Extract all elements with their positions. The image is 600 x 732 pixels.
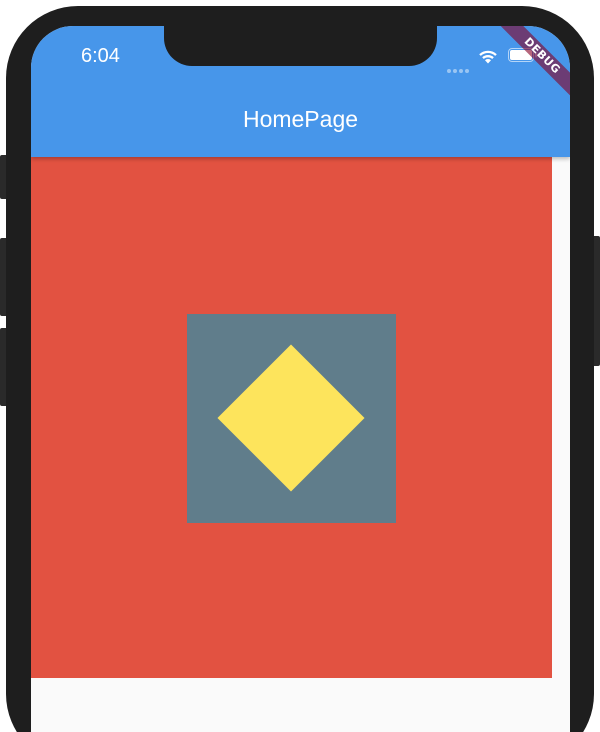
screen: 6:04 HomePage DEBUG [31, 26, 570, 732]
page: 6:04 HomePage DEBUG [0, 0, 600, 732]
notch [164, 26, 437, 66]
gray-square [187, 314, 396, 523]
yellow-diamond [217, 344, 365, 492]
wifi-icon [477, 47, 499, 65]
outer-red-box [31, 157, 552, 678]
status-time: 6:04 [81, 45, 120, 67]
page-title: HomePage [242, 106, 359, 132]
signal-dots-icon [447, 60, 471, 73]
app-bar: 6:04 HomePage [31, 26, 570, 157]
